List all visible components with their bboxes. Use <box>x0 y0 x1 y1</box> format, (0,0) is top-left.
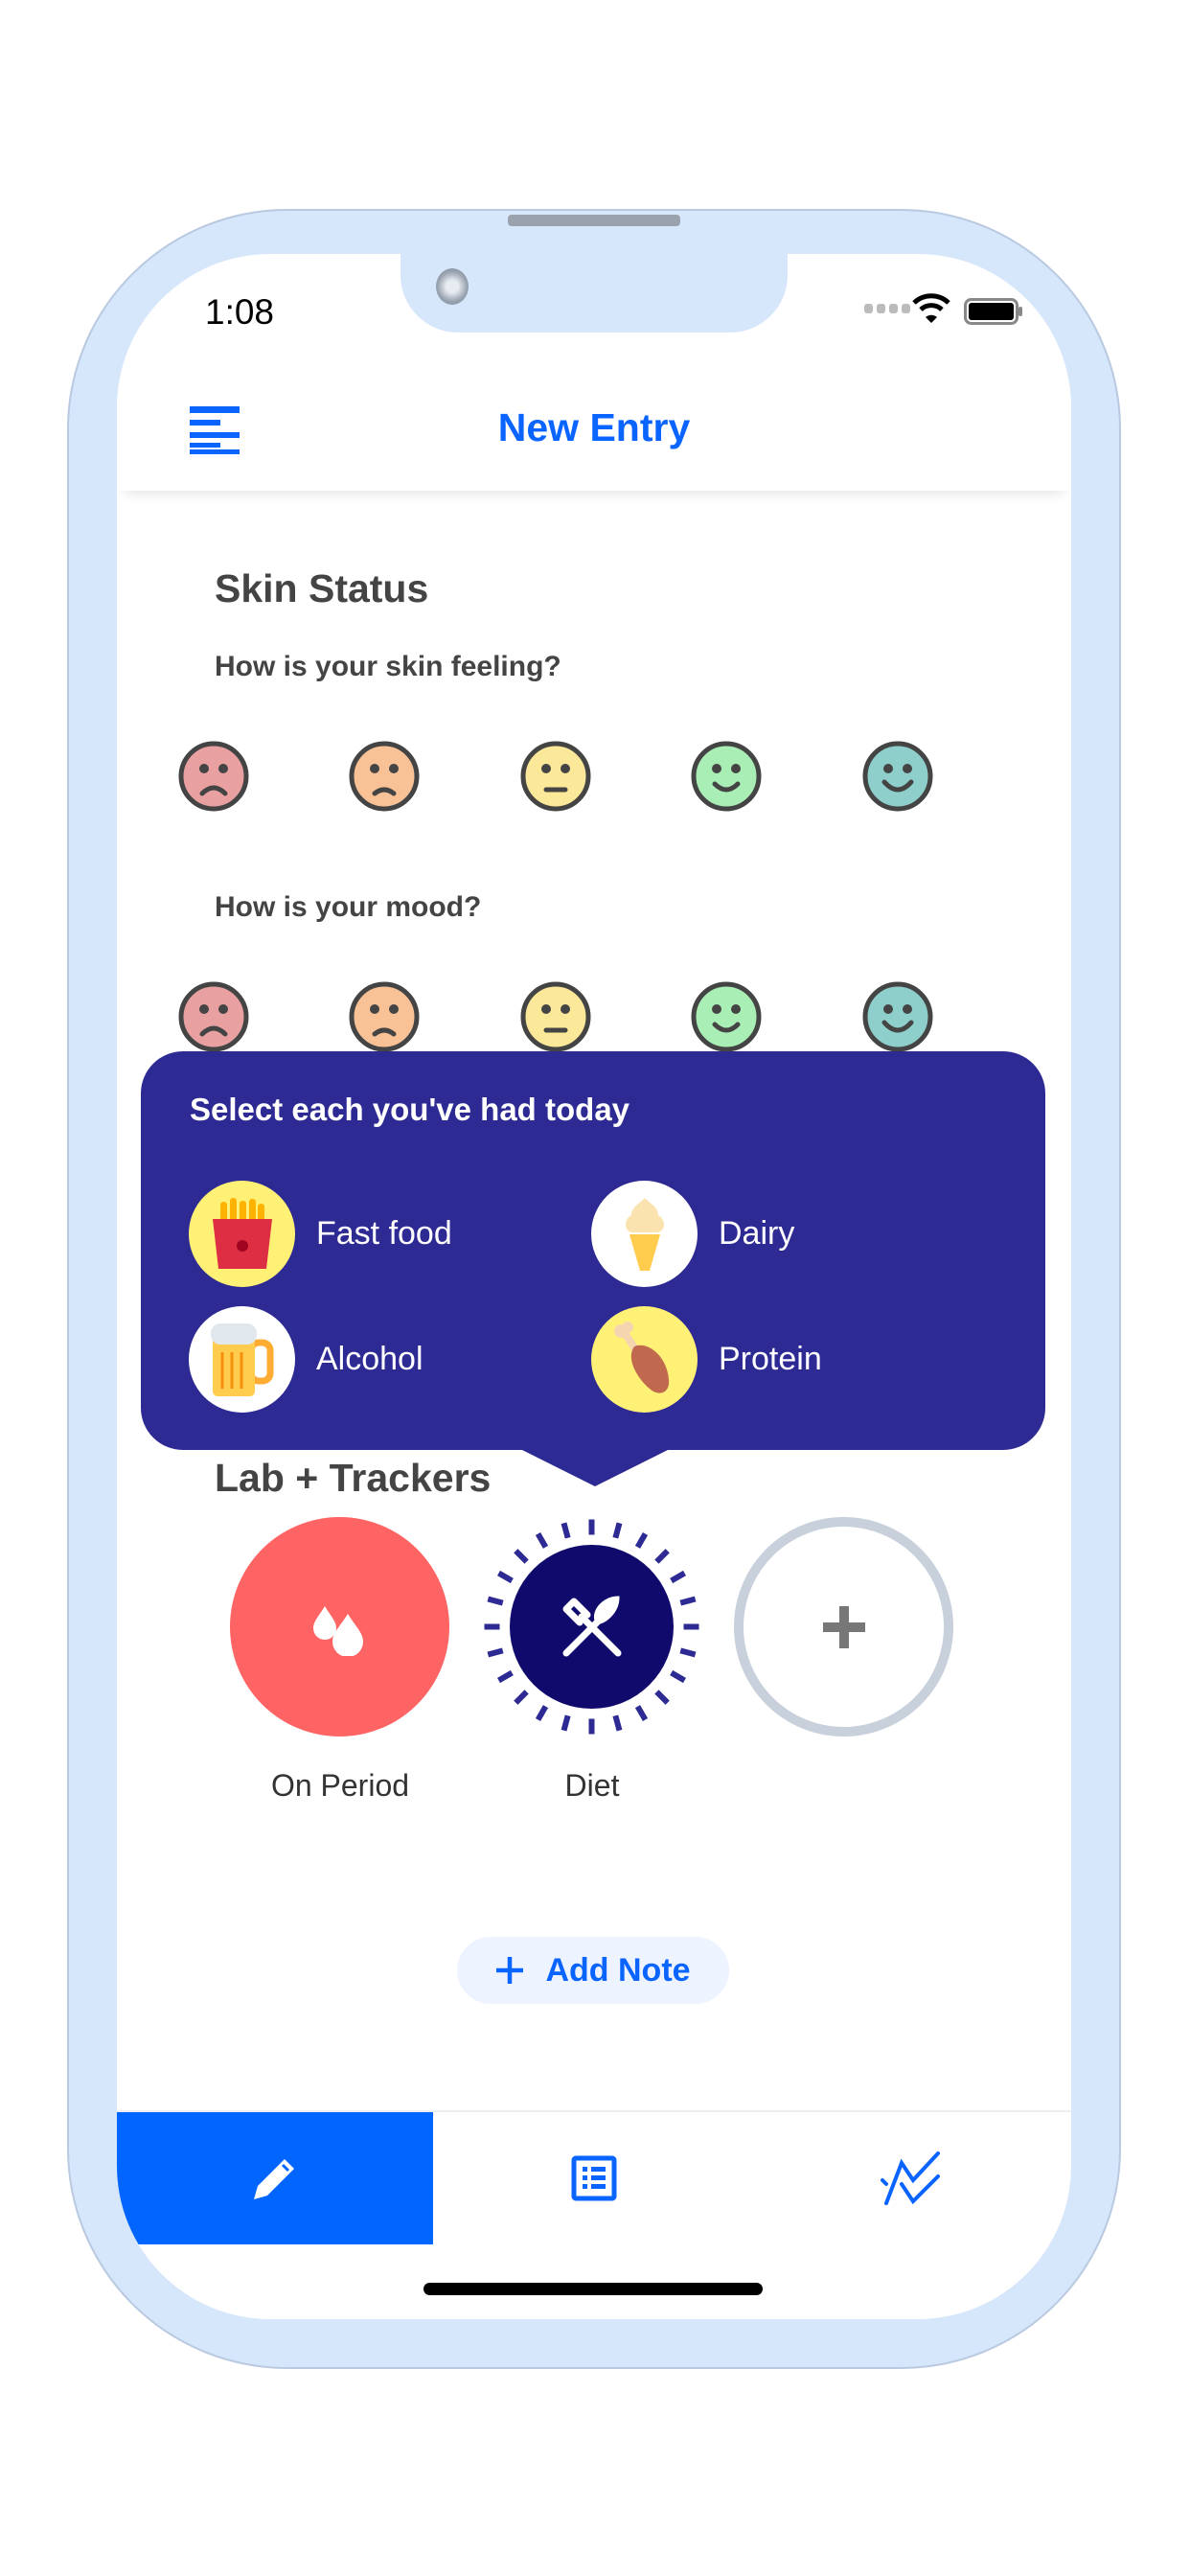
face-very-happy-button[interactable] <box>861 980 934 1053</box>
signal-dots-icon <box>864 302 912 320</box>
face-very-sad-icon <box>178 981 249 1052</box>
popup-title: Select each you've had today <box>190 1092 630 1127</box>
ray-mark <box>514 1549 529 1564</box>
speaker-grille <box>508 215 680 226</box>
diet-circle <box>510 1545 674 1709</box>
ray-mark <box>654 1549 670 1564</box>
tracker-on-period[interactable] <box>230 1517 449 1736</box>
ray-mark <box>497 1669 514 1684</box>
face-happy-icon <box>691 981 762 1052</box>
face-neutral-icon <box>520 981 591 1052</box>
face-neutral-icon <box>520 741 591 812</box>
face-very-happy-icon <box>862 741 933 812</box>
trend-chart-icon <box>881 2151 940 2205</box>
tab-entries[interactable] <box>435 2112 753 2244</box>
ray-mark <box>535 1532 549 1549</box>
ray-mark <box>497 1570 514 1584</box>
ray-mark <box>514 1690 529 1705</box>
ray-mark <box>679 1647 697 1658</box>
skin-question: How is your skin feeling? <box>215 651 561 682</box>
add-note-label: Add Note <box>545 1951 691 1989</box>
option-protein[interactable]: Protein <box>591 1306 822 1413</box>
ice-cream-icon <box>591 1181 698 1287</box>
add-note-button[interactable]: Add Note <box>457 1937 729 2004</box>
face-happy-button[interactable] <box>690 980 763 1053</box>
ray-mark <box>487 1647 504 1658</box>
face-very-happy-icon <box>862 981 933 1052</box>
chicken-leg-icon <box>591 1306 698 1413</box>
ray-mark <box>670 1570 686 1584</box>
front-camera <box>436 268 469 305</box>
face-happy-icon <box>691 741 762 812</box>
option-alcohol[interactable]: Alcohol <box>189 1306 423 1413</box>
fork-knife-icon <box>562 1595 621 1656</box>
face-sad-button[interactable] <box>348 980 421 1053</box>
blood-drops-icon <box>312 1605 363 1656</box>
ray-mark <box>634 1532 649 1549</box>
header: New Entry <box>117 379 1071 491</box>
ray-mark <box>654 1690 670 1705</box>
ray-mark <box>561 1714 571 1732</box>
face-sad-button[interactable] <box>348 740 421 813</box>
section-title-trackers: Lab + Trackers <box>215 1456 492 1500</box>
ray-mark <box>612 1522 623 1539</box>
mood-question: How is your mood? <box>215 891 482 923</box>
option-fast-food[interactable]: Fast food <box>189 1181 452 1287</box>
option-label: Dairy <box>719 1215 795 1252</box>
page-title: New Entry <box>497 405 691 449</box>
face-very-sad-icon <box>178 741 249 812</box>
list-icon <box>571 2155 617 2201</box>
wifi-icon <box>912 292 950 328</box>
fries-icon <box>189 1181 295 1287</box>
face-very-sad-button[interactable] <box>177 740 250 813</box>
option-dairy[interactable]: Dairy <box>591 1181 794 1287</box>
battery-icon <box>964 298 1023 330</box>
tab-new-entry[interactable] <box>117 2112 433 2244</box>
phone-screen: 1:08 New Entry Skin Status How is your s… <box>117 254 1071 2319</box>
face-neutral-button[interactable] <box>519 740 592 813</box>
face-very-happy-button[interactable] <box>861 740 934 813</box>
face-happy-button[interactable] <box>690 740 763 813</box>
section-title-skin-status: Skin Status <box>215 566 429 610</box>
ray-mark <box>487 1596 504 1606</box>
option-label: Fast food <box>316 1215 452 1252</box>
tracker-diet[interactable] <box>482 1517 701 1736</box>
beer-mug-icon <box>189 1306 295 1413</box>
ray-mark <box>612 1714 623 1732</box>
option-label: Alcohol <box>316 1341 423 1377</box>
ray-mark <box>535 1705 549 1721</box>
tab-trends[interactable] <box>753 2112 1071 2244</box>
ray-mark <box>634 1705 649 1721</box>
plus-icon <box>496 1957 524 1984</box>
ray-mark <box>679 1596 697 1606</box>
face-neutral-button[interactable] <box>519 980 592 1053</box>
plus-icon <box>822 1605 865 1648</box>
status-time: 1:08 <box>205 292 275 332</box>
add-tracker-button[interactable] <box>734 1517 953 1736</box>
face-very-sad-button[interactable] <box>177 980 250 1053</box>
ray-mark <box>561 1522 571 1539</box>
face-sad-icon <box>349 981 420 1052</box>
popup-pointer <box>515 1446 675 1486</box>
option-label: Protein <box>719 1341 822 1377</box>
ray-mark <box>670 1669 686 1684</box>
face-sad-icon <box>349 741 420 812</box>
tab-bar <box>117 2110 1071 2244</box>
tracker-label: On Period <box>270 1768 410 1803</box>
pencil-icon <box>254 2159 294 2199</box>
diet-popup: Select each you've had today Fast food D… <box>141 1051 1045 1450</box>
home-indicator <box>423 2283 763 2295</box>
tracker-label: Diet <box>564 1768 620 1803</box>
